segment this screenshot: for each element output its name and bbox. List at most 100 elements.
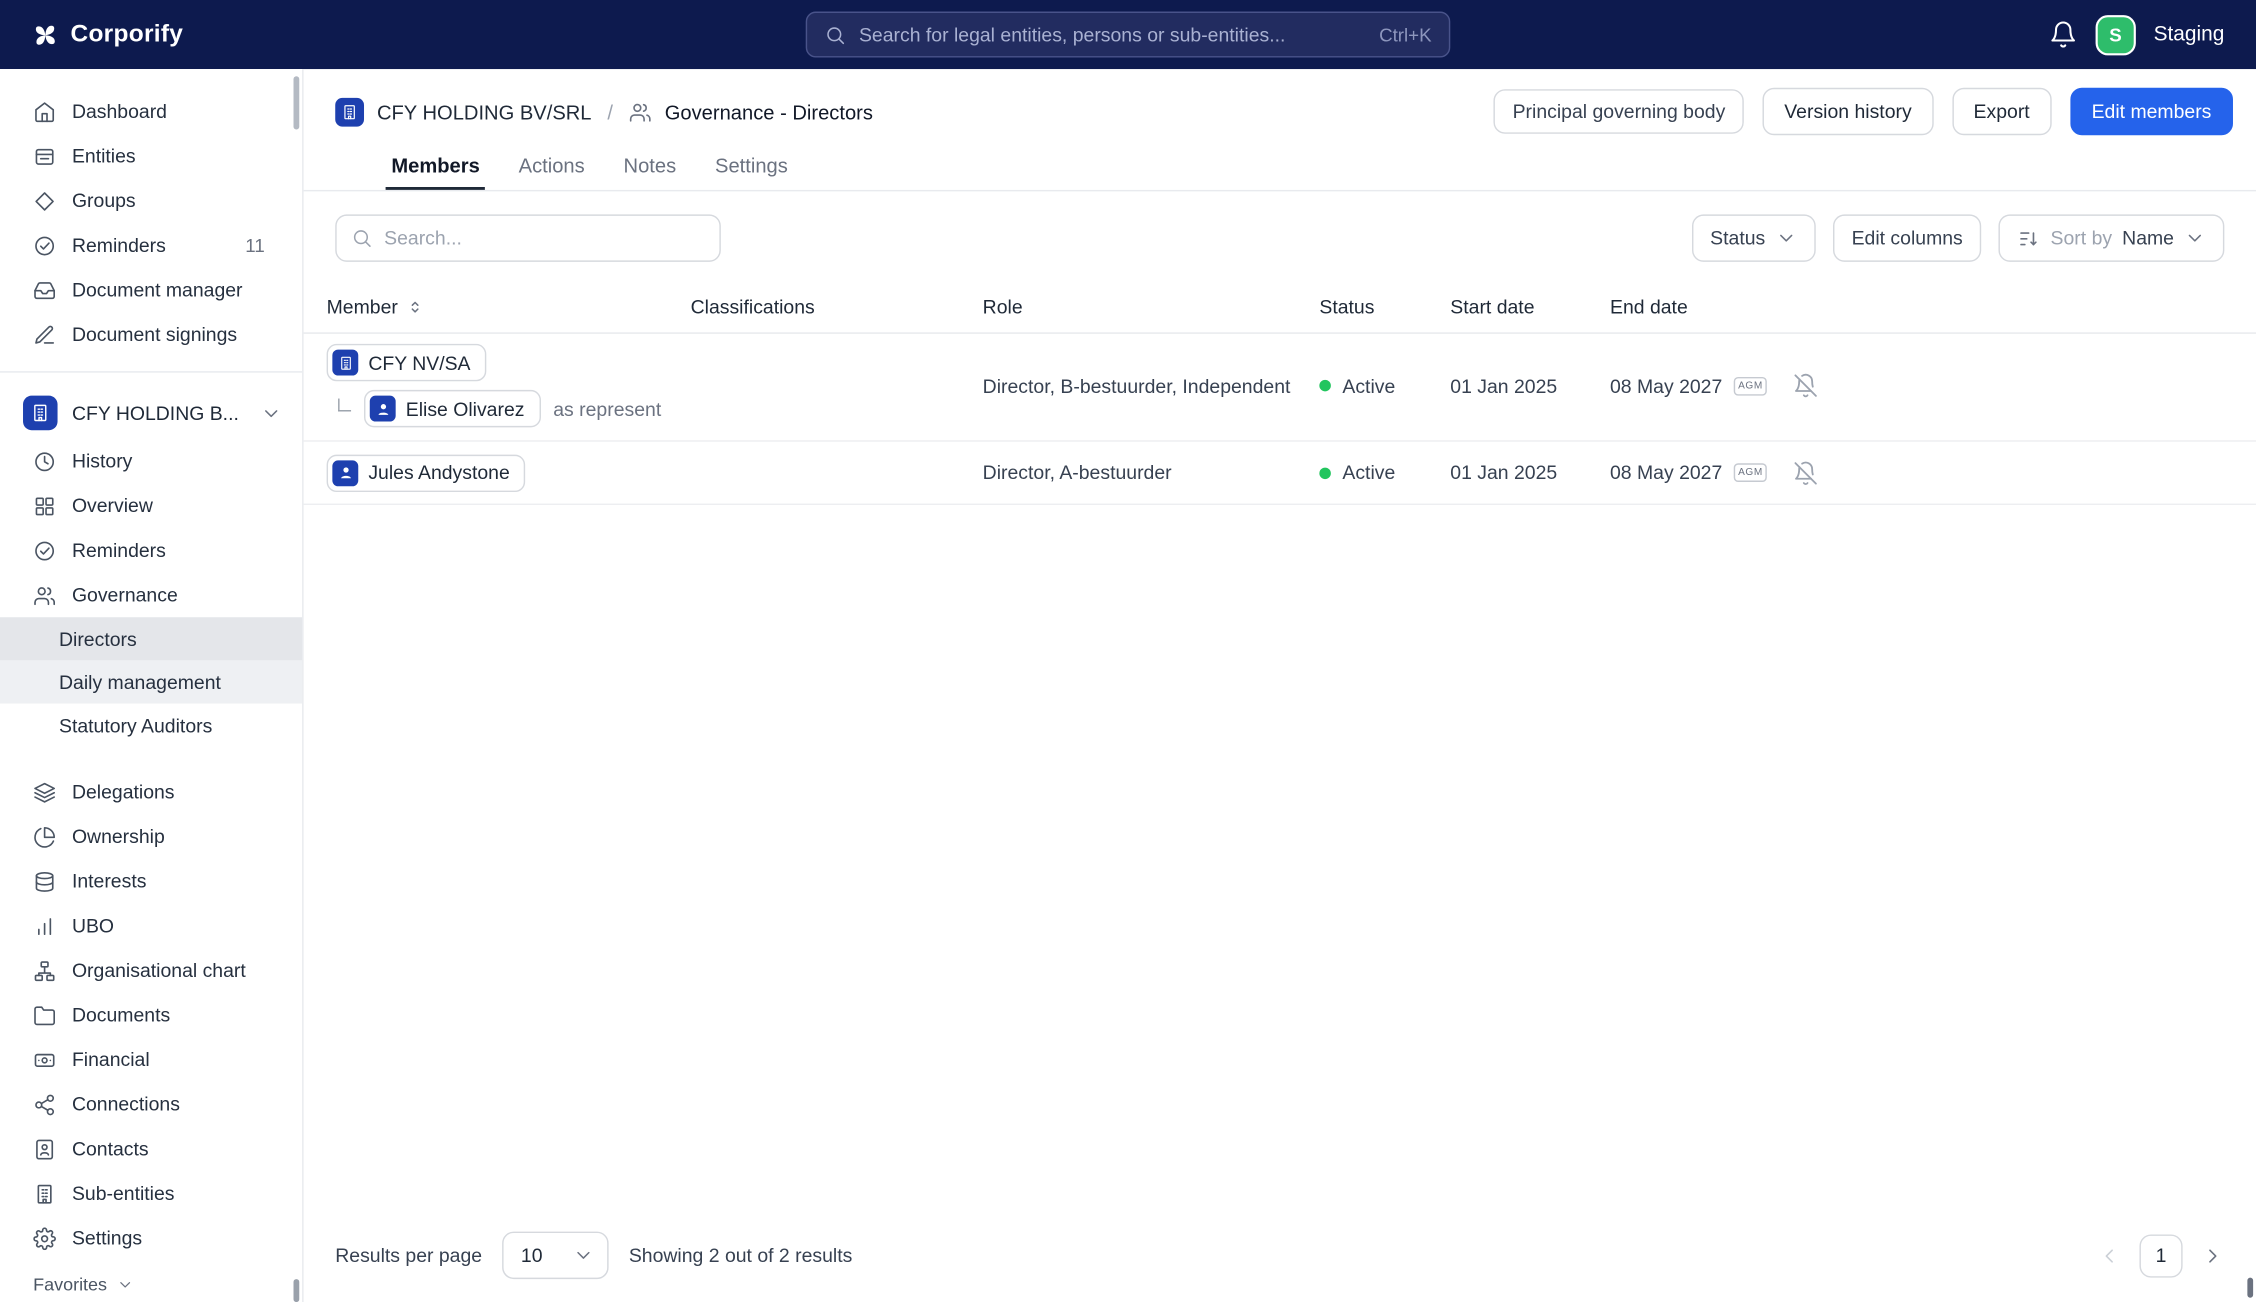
user-avatar[interactable]: S [2097, 16, 2134, 53]
pagination: 1 [2098, 1233, 2225, 1277]
sidebar-item-delegations[interactable]: Delegations [0, 770, 302, 815]
sidebar-item-documents[interactable]: Documents [0, 993, 302, 1038]
chevron-down-icon [117, 1276, 134, 1293]
pen-icon [33, 323, 56, 346]
app-root: Corporify Ctrl+K S Staging Dashboard Ent… [0, 0, 2256, 1302]
sidebar-item-document-signings[interactable]: Document signings [0, 312, 302, 357]
sidebar-item-statutory-auditors[interactable]: Statutory Auditors [0, 704, 302, 747]
entity-icon [335, 97, 365, 126]
end-date-cell: 08 May 2027 AGM [1610, 375, 1793, 396]
grid-icon [33, 494, 56, 517]
page-size-select[interactable]: 10 [502, 1231, 609, 1280]
tab-settings[interactable]: Settings [709, 145, 793, 190]
notifications-muted-icon[interactable] [1793, 373, 1819, 399]
next-page-button[interactable] [2201, 1244, 2224, 1267]
table-search[interactable] [335, 214, 721, 262]
nested-corner-icon [338, 397, 352, 411]
status-filter-button[interactable]: Status [1691, 214, 1816, 262]
avatar-initial: S [2109, 23, 2122, 46]
governance-icon [629, 100, 652, 123]
role-cell: Director, A-bestuurder [982, 461, 1172, 484]
sidebar-item-entities[interactable]: Entities [0, 134, 302, 179]
sort-by-button[interactable]: Sort by Name [1998, 214, 2225, 262]
search-icon [351, 227, 373, 249]
export-button[interactable]: Export [1951, 87, 2052, 136]
sidebar-scrollbar-thumb[interactable] [293, 76, 300, 130]
sort-carets-icon [405, 298, 424, 317]
page-number-box[interactable]: 1 [2139, 1233, 2183, 1277]
breadcrumb-separator: / [607, 99, 613, 124]
member-chip-person[interactable]: Elise Olivarez [364, 389, 541, 428]
scrollbar-thumb[interactable] [2247, 1277, 2254, 1298]
start-date-cell: 01 Jan 2025 [1450, 374, 1558, 397]
sidebar-item-settings[interactable]: Settings [0, 1216, 302, 1261]
chevron-down-icon [2184, 227, 2206, 249]
groups-icon [33, 189, 56, 212]
sidebar-item-directors[interactable]: Directors [0, 617, 303, 661]
corporify-logo-icon [32, 21, 59, 48]
table-toolbar: Status Edit columns Sort by Name [304, 191, 2256, 282]
notifications-muted-icon[interactable] [1793, 460, 1819, 486]
breadcrumb-entity-link[interactable]: CFY HOLDING BV/SRL [377, 100, 592, 123]
sidebar-item-daily-management[interactable]: Daily management [0, 660, 303, 704]
global-search-input[interactable] [858, 23, 1367, 46]
org-chart-icon [33, 959, 56, 982]
edit-members-button[interactable]: Edit members [2069, 87, 2233, 136]
sidebar-item-dashboard[interactable]: Dashboard [0, 89, 302, 134]
column-header-start-date: Start date [1450, 296, 1535, 318]
sidebar-item-groups[interactable]: Groups [0, 178, 302, 223]
topbar: Corporify Ctrl+K S Staging [0, 0, 2256, 70]
sidebar-item-sub-entities[interactable]: Sub-entities [0, 1171, 302, 1216]
entity-icon [23, 395, 58, 431]
sidebar-item-contacts[interactable]: Contacts [0, 1127, 302, 1172]
column-header-classifications: Classifications [690, 296, 815, 318]
member-chip-entity[interactable]: CFY NV/SA [326, 343, 487, 382]
column-header-member[interactable]: Member [327, 296, 691, 318]
person-icon [369, 395, 396, 422]
tab-members[interactable]: Members [386, 145, 486, 190]
database-icon [33, 870, 56, 893]
sidebar-item-reminders-global[interactable]: Reminders 11 [0, 223, 302, 268]
version-history-button[interactable]: Version history [1762, 87, 1934, 136]
entity-selector[interactable]: CFY HOLDING B... [0, 387, 302, 439]
inbox-icon [33, 278, 56, 301]
sidebar-item-history[interactable]: History [0, 439, 302, 484]
global-search[interactable]: Ctrl+K [805, 11, 1451, 58]
sidebar-item-interests[interactable]: Interests [0, 859, 302, 904]
end-date-cell: 08 May 2027 AGM [1610, 462, 1793, 483]
table-search-input[interactable] [384, 227, 706, 249]
table-header: Member Classifications Role Status Start… [303, 282, 2256, 334]
agm-badge: AGM [1733, 376, 1768, 395]
sidebar-item-document-manager[interactable]: Document manager [0, 268, 302, 313]
status-cell: Active [1319, 462, 1450, 483]
sidebar-scrollbar-thumb[interactable] [293, 1279, 300, 1302]
pie-chart-icon [33, 825, 56, 848]
row-actions [1793, 460, 2233, 486]
tab-notes[interactable]: Notes [618, 145, 682, 190]
results-per-page-label: Results per page [335, 1244, 483, 1267]
member-chip-person[interactable]: Jules Andystone [326, 453, 526, 492]
principal-governing-body-tag: Principal governing body [1493, 89, 1744, 134]
sidebar-item-financial[interactable]: Financial [0, 1037, 302, 1082]
table-row[interactable]: CFY NV/SA Elise Olivarez as represent Di… [303, 334, 2256, 442]
search-shortcut: Ctrl+K [1379, 23, 1432, 46]
table-row[interactable]: Jules Andystone Director, A-bestuurder A… [303, 442, 2256, 506]
favorites-toggle[interactable]: Favorites [0, 1275, 302, 1295]
representative-note: as represent [553, 397, 662, 420]
sidebar-item-reminders-entity[interactable]: Reminders [0, 528, 302, 573]
edit-columns-button[interactable]: Edit columns [1832, 214, 1982, 262]
column-header-end-date: End date [1609, 296, 1688, 318]
clock-icon [33, 450, 56, 473]
previous-page-button[interactable] [2098, 1244, 2121, 1267]
sidebar-item-ownership[interactable]: Ownership [0, 814, 302, 859]
sidebar: Dashboard Entities Groups Reminders 11 D… [0, 69, 304, 1302]
sidebar-item-organisational-chart[interactable]: Organisational chart [0, 948, 302, 993]
sidebar-item-overview[interactable]: Overview [0, 483, 302, 528]
sidebar-item-connections[interactable]: Connections [0, 1082, 302, 1127]
sidebar-item-governance[interactable]: Governance [0, 573, 302, 618]
brand-home-link[interactable]: Corporify [32, 20, 184, 49]
sidebar-item-ubo[interactable]: UBO [0, 904, 302, 949]
layers-icon [33, 781, 56, 804]
notifications-bell-icon[interactable] [2049, 20, 2078, 49]
tab-actions[interactable]: Actions [513, 145, 591, 190]
